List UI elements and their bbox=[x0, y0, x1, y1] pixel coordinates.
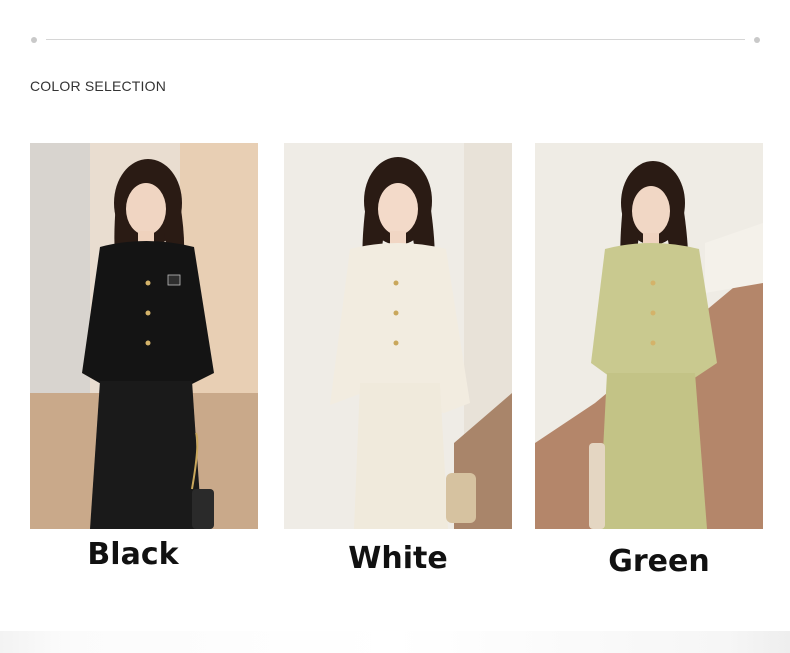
model-photo-white bbox=[284, 143, 512, 529]
product-photo-green[interactable] bbox=[535, 143, 763, 529]
divider-line bbox=[46, 39, 745, 40]
model-photo-black bbox=[30, 143, 258, 529]
color-label-green[interactable]: Green bbox=[545, 544, 773, 579]
section-divider bbox=[31, 36, 760, 44]
product-photo-white[interactable] bbox=[284, 143, 512, 529]
product-photo-black[interactable] bbox=[30, 143, 258, 529]
color-label-white[interactable]: White bbox=[284, 541, 512, 576]
section-title: COLOR SELECTION bbox=[30, 78, 167, 94]
color-label-black[interactable]: Black bbox=[19, 537, 247, 572]
next-section-edge bbox=[0, 631, 790, 653]
divider-dot-right bbox=[754, 37, 760, 43]
model-photo-green bbox=[535, 143, 763, 529]
divider-dot-left bbox=[31, 37, 37, 43]
